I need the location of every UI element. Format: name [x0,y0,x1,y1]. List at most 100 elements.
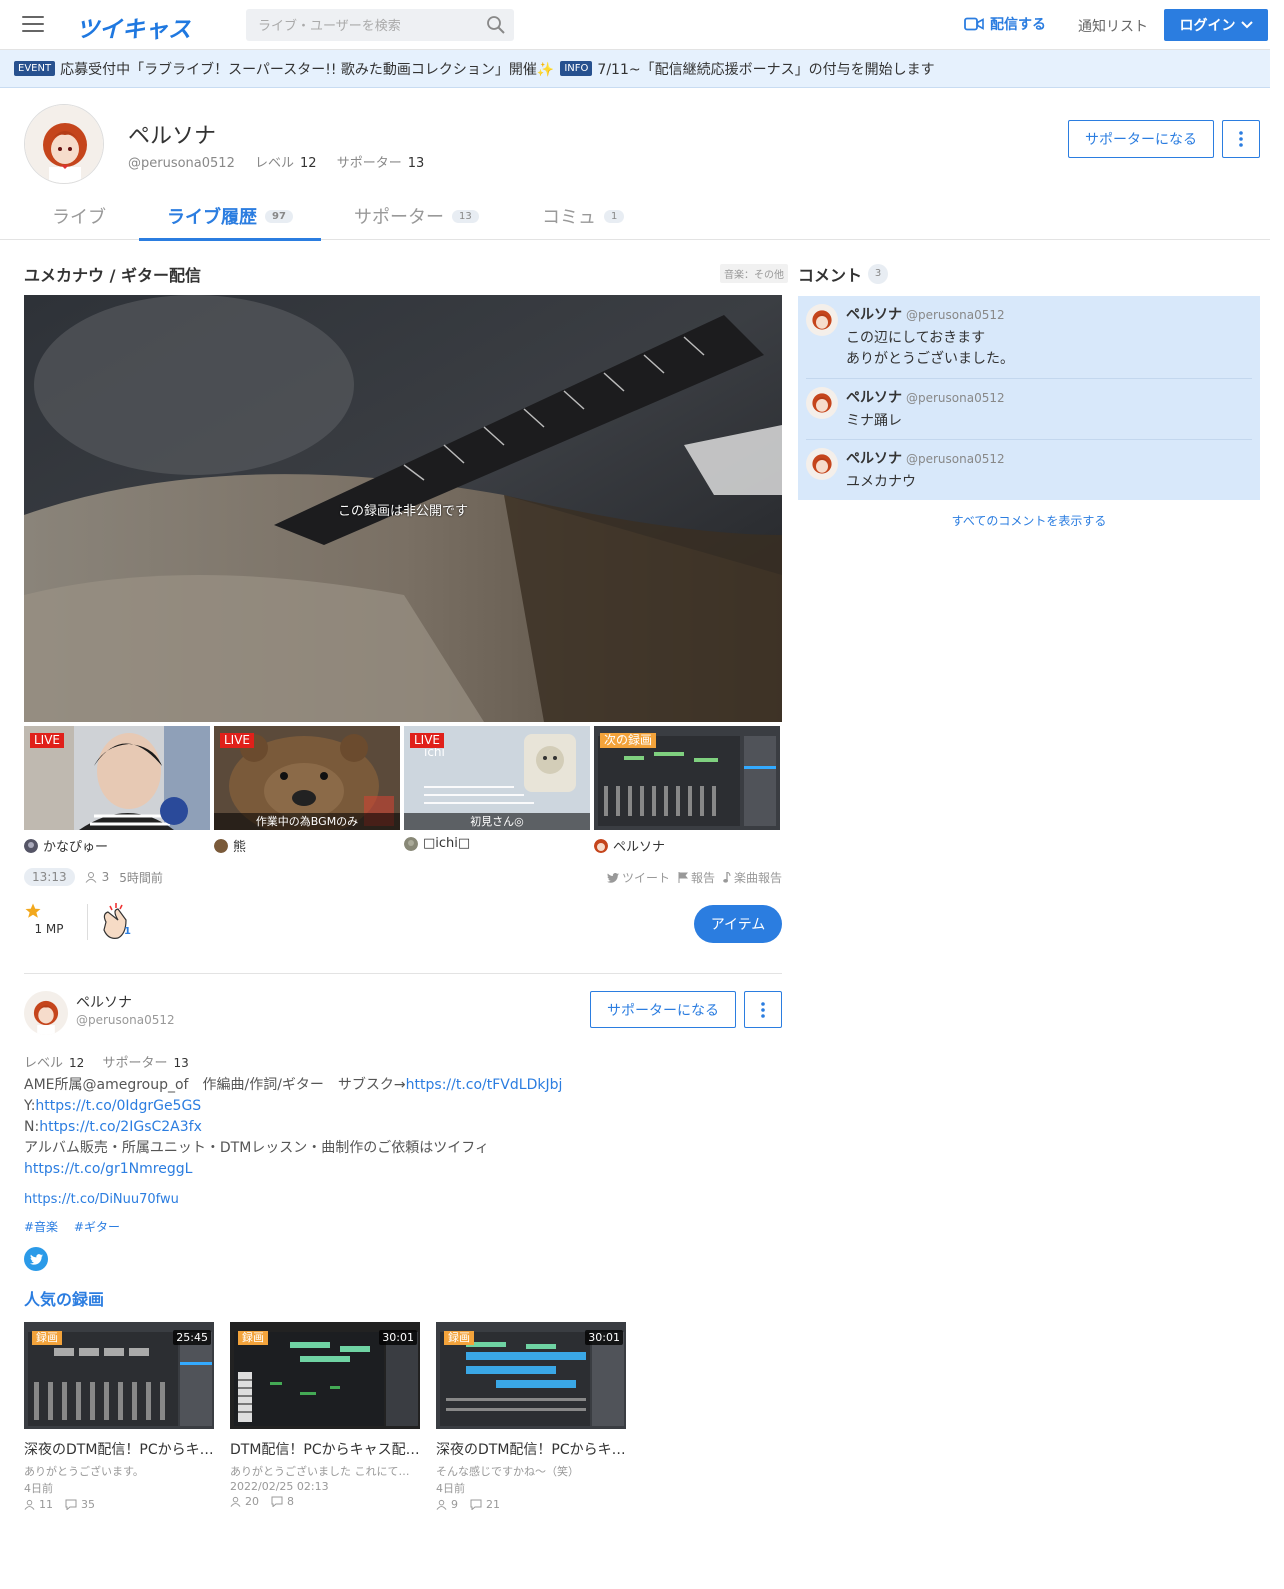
thumbnail-caption: 作業中の為BGMのみ [214,813,400,830]
comment-avatar[interactable] [806,448,838,480]
user-supporters: 13 [173,1056,189,1070]
user-level-label: レベル [24,1056,64,1071]
related-live-list: LIVE かなぴゅー LIVE 作業中の為BGMのみ 熊 ichi LIVE 初… [24,726,782,866]
comment-author-id: @perusona0512 [906,391,1005,405]
user-link[interactable]: https://t.co/DiNuu70fwu [24,1192,179,1207]
comment-author[interactable]: ペルソナ @perusona0512 [846,448,1005,468]
become-supporter-button[interactable]: サポーターになる [1068,120,1214,158]
recording-title[interactable]: DTM配信！PCからキャス配信テスト [230,1439,420,1459]
comment-item: ペルソナ @perusona0512 ミナ踊レ [798,379,1260,439]
site-logo[interactable]: ツイキャス [76,10,191,44]
live-badge: LIVE [30,733,65,748]
comment-icon [65,1499,77,1510]
user-avatar[interactable] [24,991,68,1035]
comments-title-label: コメント [798,266,863,285]
comment-author[interactable]: ペルソナ @perusona0512 [846,387,1005,407]
show-all-comments-link[interactable]: すべてのコメントを表示する [798,512,1260,529]
chevron-down-icon [1240,21,1253,29]
thumbnail-image: 次の録画 [594,726,780,830]
recording-thumbnail[interactable]: 録画 30:01 [436,1322,626,1429]
view-count: 9 [451,1498,458,1511]
recording-subtitle: そんな感じですかね～（笑） [436,1465,579,1478]
search-icon[interactable] [486,15,506,35]
bio-text: N: [24,1119,40,1135]
profile-supporter-label: サポーター [336,156,402,171]
comment-avatar[interactable] [806,304,838,336]
info-tag: INFO [560,61,593,76]
thumbnail-user: □ichi□ [404,836,590,851]
comment-author-id: @perusona0512 [906,308,1005,322]
user-hashtags: #音楽 #ギター [24,1218,132,1235]
mp-counter[interactable]: 1 MP [24,902,74,936]
item-button[interactable]: アイテム [694,905,782,943]
search-input[interactable] [246,9,514,41]
comment-item: ペルソナ @perusona0512 ユメカナウ [798,440,1260,500]
tab-live[interactable]: ライブ [52,192,106,240]
bio-link[interactable]: https://t.co/0IdgrGe5GS [35,1098,201,1114]
thumbnail-image: ichi LIVE 初見さん◎ [404,726,590,830]
comment-count: 21 [486,1498,500,1511]
tab-label: ライブ [52,207,106,228]
broadcast-button[interactable]: 配信する [964,14,1046,34]
menu-icon[interactable] [22,16,44,34]
hashtag-link[interactable]: #音楽 [24,1220,58,1234]
live-thumbnail[interactable]: ichi LIVE 初見さん◎ □ichi□ [404,726,590,851]
movie-title: ユメカナウ / ギター配信 [24,266,201,285]
flag-icon [678,872,688,883]
recording-title[interactable]: 深夜のDTM配信！PCからキャス配信 [24,1439,214,1459]
tab-community[interactable]: コミュ 1 [542,192,625,240]
live-thumbnail[interactable]: LIVE かなぴゅー [24,726,210,855]
tab-live-history[interactable]: ライブ履歴 97 [139,192,321,241]
bio-link[interactable]: https://t.co/tFVdLDkJbj [406,1077,563,1093]
user-meta: レベル 12 サポーター 13 [24,1052,203,1071]
user-more-button[interactable] [744,991,782,1028]
profile-more-button[interactable] [1222,120,1260,158]
movie-actions: ツイート 報告 楽曲報告 [599,869,782,886]
twitter-profile-button[interactable] [24,1247,48,1271]
recording-subtitle: ありがとうございました これにて終了です [230,1465,420,1478]
login-label: ログイン [1179,17,1236,33]
become-supporter-button-2[interactable]: サポーターになる [590,991,736,1028]
comment-author-name: ペルソナ [846,451,902,467]
profile-tabs: ライブ ライブ履歴 97 サポーター 13 コミュ 1 [0,192,1270,241]
profile-name: ペルソナ [128,124,217,149]
comment-avatar[interactable] [806,387,838,419]
popular-recording-card[interactable]: 録画 30:01 DTM配信！PCからキャス配信テスト ありがとうございました … [230,1322,420,1508]
profile-meta: @perusona0512 レベル 12 サポーター 13 [128,152,440,171]
recording-thumbnail[interactable]: 録画 30:01 [230,1322,420,1429]
bio-text: AME所属@amegroup_of 作編曲/作詞/ギター サブスク→ [24,1077,406,1093]
profile-avatar[interactable] [24,104,104,184]
bio-link[interactable]: https://t.co/2IGsC2A3fx [39,1119,202,1135]
report-link[interactable]: 報告 [678,869,715,886]
viewer-count: 3 [101,870,110,884]
comment-count: 8 [287,1495,294,1508]
event-news-link[interactable]: 応募受付中「ラブライブ！スーパースター!! 歌みた動画コレクション」開催✨ [60,59,554,79]
tab-supporters[interactable]: サポーター 13 [354,192,479,240]
next-recording-thumbnail[interactable]: 次の録画 ペルソナ [594,726,780,855]
tweet-link[interactable]: ツイート [606,869,670,886]
clap-button[interactable] [96,900,140,944]
user-name[interactable]: ペルソナ [76,992,132,1012]
comment-text: ミナ踊レ [846,413,902,429]
info-news-link[interactable]: 7/11~「配信継続応援ボーナス」の付与を開始します [597,59,934,79]
viewer-icon [85,872,96,883]
song-report-link[interactable]: 楽曲報告 [723,869,782,886]
bio-link[interactable]: https://t.co/gr1NmreggL [24,1161,192,1177]
thumbnail-user: かなぴゅー [24,836,210,855]
site-header: ツイキャス 配信する 通知リスト ログイン [0,0,1270,50]
video-player[interactable]: この録画は非公開です [24,295,782,722]
bio-text: アルバム販売・所属ユニット・DTMレッスン・曲制作のご依頼はツイフィ [24,1140,489,1156]
popular-recording-card[interactable]: 録画 30:01 深夜のDTM配信！PCからキャス配信 そんな感じですかね～（笑… [436,1322,626,1511]
live-badge: LIVE [410,733,445,748]
comment-author[interactable]: ペルソナ @perusona0512 [846,304,1005,324]
recording-title[interactable]: 深夜のDTM配信！PCからキャス配信 [436,1439,626,1459]
tab-count: 97 [265,209,293,223]
live-thumbnail[interactable]: LIVE 作業中の為BGMのみ 熊 [214,726,400,855]
login-button[interactable]: ログイン [1164,9,1268,41]
movie-category[interactable]: 音楽：その他 [720,264,788,283]
hashtag-link[interactable]: #ギター [74,1220,120,1234]
popular-recording-card[interactable]: 録画 25:45 深夜のDTM配信！PCからキャス配信 ありがとうございます。 … [24,1322,214,1511]
recording-thumbnail[interactable]: 録画 25:45 [24,1322,214,1429]
notification-list-link[interactable]: 通知リスト [1078,16,1148,36]
comment-icon [271,1496,283,1507]
